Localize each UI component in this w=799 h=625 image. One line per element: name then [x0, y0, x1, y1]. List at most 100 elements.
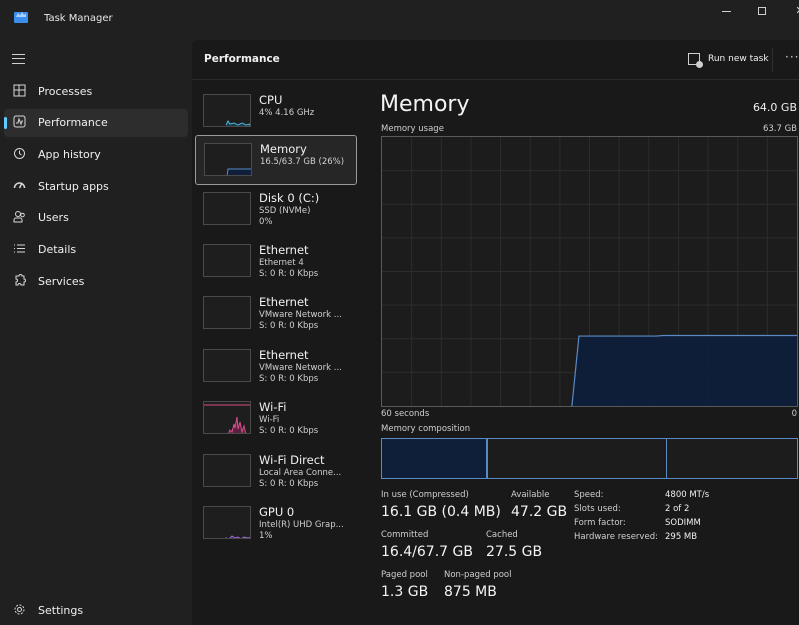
- axis-label-left: 60 seconds: [381, 409, 430, 419]
- resource-item-ethernet[interactable]: Ethernet VMware Network ... S: 0 R: 0 Kb…: [195, 342, 357, 392]
- stat-non-paged-pool-value: 875 MB: [444, 584, 497, 600]
- stat-in-use-label: In use (Compressed): [381, 490, 469, 500]
- sidebar-item-performance[interactable]: Performance: [4, 109, 188, 137]
- resource-detail: 4% 4.16 GHz: [259, 108, 315, 118]
- resource-item-gpu[interactable]: GPU 0 Intel(R) UHD Grap... 1%: [195, 499, 357, 549]
- performance-header: Performance Run new task ···: [192, 40, 799, 80]
- spec-speed-label: Speed:: [574, 490, 604, 500]
- task-manager-window: Task Manager ✕ Processes Performance App…: [0, 0, 799, 625]
- resource-detail-2: 0%: [259, 217, 273, 227]
- resource-thumbnail-graph: [203, 454, 251, 487]
- resource-name: Disk 0 (C:): [259, 191, 320, 205]
- sidebar-item-users[interactable]: Users: [4, 204, 188, 232]
- composition-in-use: [382, 439, 487, 478]
- axis-label-right: 0: [791, 409, 797, 419]
- sidebar-item-label: Services: [38, 275, 85, 288]
- resource-name: GPU 0: [259, 505, 295, 519]
- stat-paged-pool-value: 1.3 GB: [381, 584, 429, 600]
- close-icon: ✕: [795, 4, 799, 17]
- resource-name: Wi-Fi Direct: [259, 453, 325, 467]
- detail-title: Memory: [380, 92, 470, 117]
- sidebar-item-label: Startup apps: [38, 180, 109, 193]
- composition-standby: [488, 439, 667, 478]
- resource-detail-2: S: 0 R: 0 Kbps: [259, 479, 319, 489]
- more-options-button[interactable]: ···: [785, 50, 799, 64]
- stat-committed-value: 16.4/67.7 GB: [381, 544, 473, 560]
- resource-thumbnail-graph: [203, 296, 251, 329]
- history-icon: [12, 147, 26, 161]
- sidebar-item-label: Users: [38, 211, 69, 224]
- sidebar-item-details[interactable]: Details: [4, 236, 188, 264]
- spec-slots-label: Slots used:: [574, 504, 621, 514]
- resource-name: Ethernet: [259, 348, 309, 362]
- stat-in-use-value: 16.1 GB (0.4 MB): [381, 504, 501, 520]
- maximize-button[interactable]: [742, 0, 782, 24]
- sidebar-item-processes[interactable]: Processes: [4, 78, 188, 106]
- memory-usage-area: [571, 335, 797, 406]
- stat-cached-label: Cached: [486, 530, 518, 540]
- composition-free: [667, 439, 797, 478]
- resource-detail: Ethernet 4: [259, 258, 304, 268]
- stat-committed-label: Committed: [381, 530, 429, 540]
- resource-detail: VMware Network ...: [259, 310, 342, 320]
- minimize-button[interactable]: [706, 0, 746, 24]
- sidebar-item-settings[interactable]: Settings: [4, 597, 188, 625]
- task-manager-icon: [14, 12, 28, 23]
- spec-speed-value: 4800 MT/s: [665, 490, 710, 500]
- resource-name: Ethernet: [259, 243, 309, 257]
- resource-detail-2: S: 0 R: 0 Kbps: [259, 269, 319, 279]
- resource-name: Wi-Fi: [259, 400, 287, 414]
- memory-total: 64.0 GB: [752, 101, 797, 114]
- resource-thumbnail-graph: [203, 506, 251, 539]
- toolbar-divider: [772, 48, 773, 72]
- resource-item-ethernet[interactable]: Ethernet VMware Network ... S: 0 R: 0 Kb…: [195, 289, 357, 339]
- resource-item-ethernet[interactable]: Ethernet Ethernet 4 S: 0 R: 0 Kbps: [195, 237, 357, 287]
- resource-name: CPU: [259, 93, 283, 107]
- resource-item-disk[interactable]: Disk 0 (C:) SSD (NVMe) 0%: [195, 185, 357, 235]
- sidebar-item-label: Details: [38, 243, 77, 256]
- sidebar-item-startup-apps[interactable]: Startup apps: [4, 173, 188, 201]
- run-task-icon: [688, 53, 703, 68]
- hamburger-icon[interactable]: [12, 54, 25, 64]
- spec-hardware-reserved-value: 295 MB: [665, 532, 698, 542]
- sidebar: Processes Performance App history Startu…: [0, 40, 192, 625]
- resource-item-wifi[interactable]: Wi-Fi Wi-Fi S: 0 R: 0 Kbps: [195, 394, 357, 444]
- users-icon: [12, 210, 26, 224]
- sidebar-item-label: Processes: [38, 85, 93, 98]
- spec-form-factor-value: SODIMM: [665, 518, 701, 528]
- memory-usage-label: Memory usage: [381, 124, 444, 134]
- window-title: Task Manager: [44, 13, 113, 24]
- resource-detail: Local Area Conne...: [259, 468, 342, 478]
- memory-usage-max: 63.7 GB: [762, 124, 797, 134]
- close-button[interactable]: ✕: [780, 0, 799, 24]
- resource-thumbnail-graph: [203, 244, 251, 277]
- page-title: Performance: [204, 53, 280, 65]
- resource-detail: Wi-Fi: [259, 415, 280, 425]
- resource-detail-2: S: 0 R: 0 Kbps: [259, 374, 319, 384]
- gear-icon: [12, 603, 26, 617]
- resource-thumbnail-graph: [203, 94, 251, 127]
- resource-item-wifi-direct[interactable]: Wi-Fi Direct Local Area Conne... S: 0 R:…: [195, 447, 357, 497]
- performance-icon: [12, 115, 26, 129]
- stat-non-paged-pool-label: Non-paged pool: [444, 570, 512, 580]
- stat-available-label: Available: [511, 490, 550, 500]
- resource-detail: SSD (NVMe): [259, 206, 311, 216]
- resource-detail: VMware Network ...: [259, 363, 342, 373]
- resource-detail-2: S: 0 R: 0 Kbps: [259, 426, 319, 436]
- maximize-icon: [758, 7, 766, 15]
- sidebar-item-app-history[interactable]: App history: [4, 141, 188, 169]
- resource-item-cpu[interactable]: CPU 4% 4.16 GHz: [195, 87, 357, 137]
- stat-paged-pool-label: Paged pool: [381, 570, 428, 580]
- list-icon: [12, 242, 26, 256]
- spec-slots-value: 2 of 2: [665, 504, 690, 514]
- settings-label: Settings: [38, 604, 84, 617]
- processes-icon: [12, 84, 26, 98]
- memory-composition-label: Memory composition: [381, 424, 471, 434]
- resource-name: Ethernet: [259, 295, 309, 309]
- title-bar: Task Manager ✕: [0, 0, 799, 40]
- sidebar-item-services[interactable]: Services: [4, 268, 188, 296]
- speedometer-icon: [12, 179, 26, 193]
- resource-item-memory[interactable]: Memory 16.5/63.7 GB (26%): [195, 135, 357, 185]
- sidebar-item-label: Performance: [38, 116, 108, 129]
- resource-detail: 16.5/63.7 GB (26%): [260, 157, 345, 167]
